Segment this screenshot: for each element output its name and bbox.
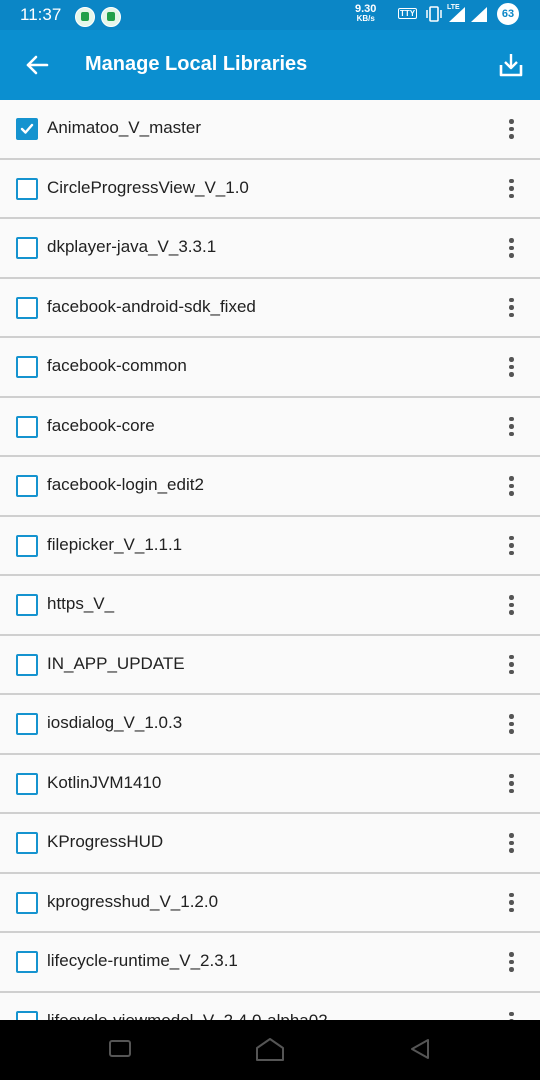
more-options-icon[interactable] [500,709,522,739]
library-checkbox[interactable] [16,772,38,795]
list-item[interactable]: KProgressHUD [0,814,540,874]
more-options-icon[interactable] [500,590,522,620]
list-item[interactable]: lifecycle-runtime_V_2.3.1 [0,933,540,993]
more-options-icon[interactable] [500,650,522,680]
library-checkbox[interactable] [16,296,38,319]
library-checkbox[interactable] [16,356,38,378]
library-checkbox[interactable] [16,177,38,200]
more-options-icon[interactable] [500,769,522,799]
list-item[interactable]: facebook-android-sdk_fixed [0,279,540,338]
library-checkbox[interactable] [16,653,38,676]
network-speed-unit: KB/s [356,14,375,23]
library-checkbox[interactable] [16,534,38,557]
list-item[interactable]: https_V_ [0,576,540,636]
home-icon[interactable] [254,1036,286,1062]
more-options-icon[interactable] [500,174,522,204]
more-options-icon[interactable] [500,947,522,977]
library-name: KProgressHUD [47,832,164,851]
more-options-icon[interactable] [500,1007,522,1020]
library-name: KotlinJVM1410 [47,772,162,792]
recents-icon[interactable] [108,1038,132,1060]
arrow-back-icon[interactable] [22,50,52,80]
list-item[interactable]: KotlinJVM1410 [0,755,540,814]
library-checkbox[interactable] [16,118,38,140]
more-options-icon[interactable] [500,531,522,561]
library-name: lifecycle-runtime_V_2.3.1 [47,951,238,970]
library-name: dkplayer-java_V_3.3.1 [47,237,217,256]
more-options-icon[interactable] [500,293,522,323]
library-checkbox[interactable] [16,415,38,438]
vibrate-icon [426,6,442,22]
app-notification-icon [75,7,95,27]
list-item[interactable]: facebook-core [0,398,540,457]
library-checkbox[interactable] [16,237,38,259]
library-checkbox[interactable] [16,713,38,735]
library-name: filepicker_V_1.1.1 [47,534,183,554]
more-options-icon[interactable] [500,233,522,263]
library-name: facebook-common [47,356,187,375]
library-list[interactable]: Animatoo_V_master CircleProgressView_V_1.… [0,100,540,1020]
library-name: facebook-android-sdk_fixed [47,296,256,316]
signal-icon [471,7,487,22]
library-checkbox[interactable] [16,594,38,616]
list-item[interactable]: Animatoo_V_master [0,100,540,160]
list-item[interactable]: kprogresshud_V_1.2.0 [0,874,540,933]
library-name: facebook-core [47,415,155,435]
more-options-icon[interactable] [500,412,522,442]
library-name: IN_APP_UPDATE [47,653,185,673]
status-time: 11:37 [20,5,62,24]
library-checkbox[interactable] [16,1010,38,1020]
app-notification-icon [101,7,121,27]
network-speed: 9.30 KB/s [355,4,376,24]
list-item[interactable]: facebook-common [0,338,540,398]
library-name: CircleProgressView_V_1.0 [47,177,249,197]
tty-icon: TTY [398,8,418,19]
library-checkbox[interactable] [16,951,38,973]
list-item[interactable]: filepicker_V_1.1.1 [0,517,540,576]
list-item[interactable]: IN_APP_UPDATE [0,636,540,695]
back-icon[interactable] [408,1037,432,1061]
more-options-icon[interactable] [500,888,522,918]
library-name: iosdialog_V_1.0.3 [47,713,183,732]
list-item[interactable]: CircleProgressView_V_1.0 [0,160,540,219]
signal-icon [449,7,465,22]
library-name: Animatoo_V_master [47,118,202,137]
library-checkbox[interactable] [16,832,38,854]
page-title: Manage Local Libraries [85,53,308,75]
list-item[interactable]: iosdialog_V_1.0.3 [0,695,540,755]
library-name: https_V_ [47,594,115,613]
more-options-icon[interactable] [500,828,522,858]
list-item[interactable]: facebook-login_edit2 [0,457,540,517]
app-bar: Manage Local Libraries [0,30,540,100]
checkmark-icon [20,123,34,134]
battery-icon: 63 [497,3,519,25]
list-item[interactable]: lifecycle-viewmodel_V_2.4.0-alpha02 [0,993,540,1021]
status-bar: 11:37 9.30 KB/s TTY LTE 63 [0,0,540,30]
library-name: kprogresshud_V_1.2.0 [47,891,219,911]
library-name: facebook-login_edit2 [47,475,204,494]
download-icon[interactable] [496,50,526,80]
library-name: lifecycle-viewmodel_V_2.4.0-alpha02 [47,1010,328,1021]
more-options-icon[interactable] [500,471,522,501]
navigation-bar [0,1020,540,1080]
library-checkbox[interactable] [16,891,38,914]
library-checkbox[interactable] [16,475,38,497]
more-options-icon[interactable] [500,114,522,144]
list-item[interactable]: dkplayer-java_V_3.3.1 [0,219,540,279]
more-options-icon[interactable] [500,352,522,382]
